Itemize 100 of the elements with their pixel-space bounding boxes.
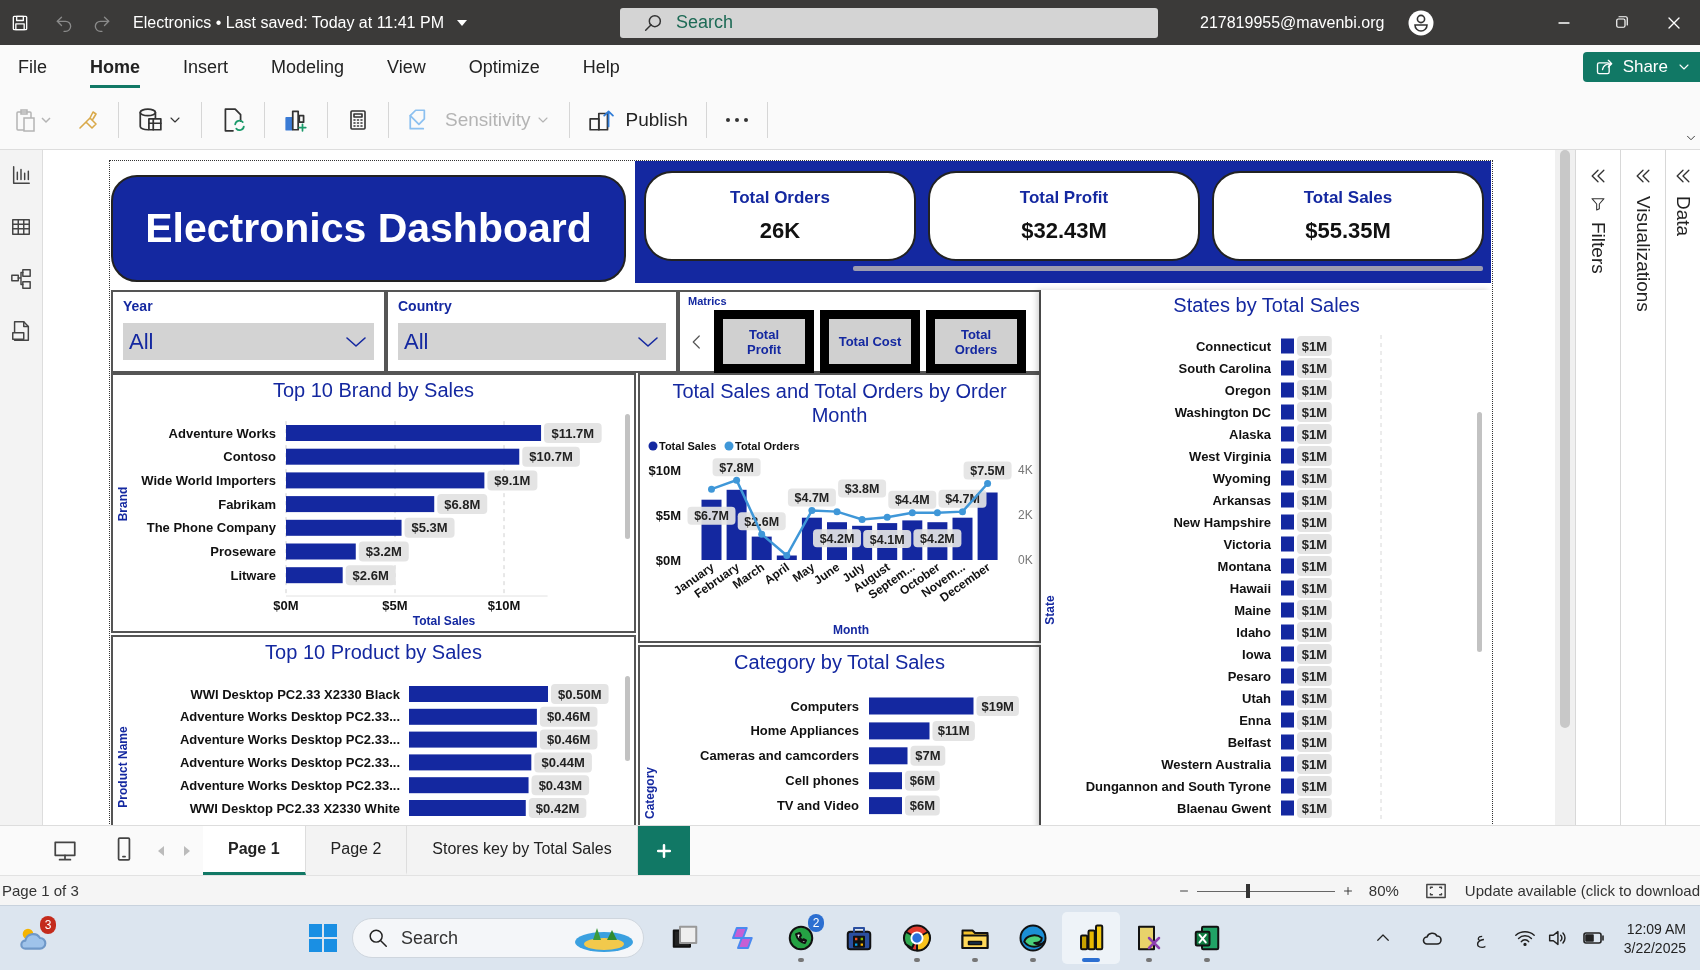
- spreadsheet-icon: [1192, 923, 1222, 953]
- data-label: $2.6M: [352, 567, 389, 583]
- menu-tab[interactable]: View: [387, 47, 426, 88]
- scrollbar[interactable]: [1477, 412, 1482, 652]
- scrollbar[interactable]: [853, 266, 1483, 271]
- category-label: West Virginia: [1189, 448, 1271, 464]
- data-label: $4.2M: [913, 529, 962, 548]
- slicer-label: Matrics: [688, 295, 728, 307]
- category-label: Contoso: [223, 449, 276, 465]
- category-label: Home Appliances: [750, 723, 859, 739]
- category-label: Dungannon and South Tyrone: [1085, 778, 1271, 794]
- taskbar-app[interactable]: [1062, 912, 1120, 964]
- bar: [1281, 426, 1294, 442]
- avatar-icon[interactable]: [1408, 9, 1435, 36]
- dropdown[interactable]: All: [123, 323, 374, 360]
- data-label: $19M: [976, 696, 1019, 716]
- scrollbar[interactable]: [625, 414, 630, 539]
- data-label: $1M: [1297, 490, 1332, 510]
- data-label: $6M: [905, 770, 940, 791]
- report-view-icon[interactable]: [10, 164, 32, 186]
- data-label: $1M: [1297, 556, 1332, 576]
- data-label: $1M: [1297, 380, 1332, 400]
- scrollbar[interactable]: [1560, 150, 1570, 728]
- pane-tab[interactable]: Visualizations: [1632, 196, 1654, 312]
- point: [758, 530, 766, 538]
- clock-date[interactable]: 3/22/2025: [1623, 939, 1686, 956]
- kpi-label: Total Orders: [730, 188, 830, 208]
- menu-tab[interactable]: Modeling: [271, 47, 345, 88]
- point: [708, 485, 715, 493]
- search-field[interactable]: Search: [620, 7, 1158, 38]
- category-label: Pesaro: [1227, 668, 1271, 684]
- bar: [1281, 690, 1294, 706]
- chart-title: States by Total Sales: [1173, 293, 1360, 317]
- bar: [869, 772, 902, 790]
- data-label: $10.7M: [522, 446, 580, 467]
- category-label: WWI Desktop PC2.33 X2330 White: [189, 800, 400, 816]
- data-label: $1M: [1297, 534, 1332, 554]
- data-label: $11.7M: [551, 425, 595, 441]
- table-view-icon[interactable]: [10, 216, 32, 238]
- metric-button[interactable]: Total Orders: [926, 310, 1026, 373]
- data-label: $1M: [1297, 688, 1332, 708]
- dax-query-icon[interactable]: [10, 320, 32, 342]
- filter-icon: [1590, 196, 1606, 212]
- bar: [1281, 492, 1294, 508]
- metric-button[interactable]: Total Profit: [714, 310, 814, 373]
- data-label: $0.46M: [539, 706, 598, 727]
- axis-tick-label: $10M: [648, 463, 681, 478]
- data-label: $4.2M: [813, 529, 861, 548]
- dashboard-title: Electronics Dashboard: [111, 175, 626, 282]
- more-icon[interactable]: [724, 116, 749, 123]
- data-label: $11M: [937, 723, 970, 739]
- axis-tick-label: 2K: [1018, 508, 1033, 522]
- pane-tab[interactable]: Filters: [1587, 222, 1609, 274]
- category-label: Alaska: [1229, 426, 1271, 442]
- category-label: Washington DC: [1174, 404, 1271, 420]
- menu-tab[interactable]: Optimize: [468, 47, 540, 88]
- share-button[interactable]: Share: [1582, 52, 1700, 82]
- database-icon[interactable]: [137, 106, 163, 133]
- bar: [869, 722, 930, 740]
- dropdown[interactable]: All: [398, 323, 666, 360]
- bar: [1281, 734, 1294, 750]
- caret-icon[interactable]: [455, 17, 468, 28]
- slider-thumb[interactable]: [1245, 883, 1250, 898]
- menu-tab[interactable]: Help: [582, 47, 620, 88]
- desktop-icon[interactable]: [52, 838, 78, 864]
- data-label: $3.2M: [365, 544, 402, 559]
- category-label: New Hampshire: [1173, 514, 1271, 530]
- menu-tab[interactable]: File: [18, 47, 47, 88]
- bar: [1281, 800, 1294, 816]
- page-tab[interactable]: Page 2: [305, 826, 408, 875]
- zoom-slider[interactable]: [1196, 883, 1335, 898]
- data-label: $1M: [1297, 798, 1332, 818]
- data-label: $6M: [905, 795, 940, 816]
- page-tab[interactable]: Stores key by Total Sales: [407, 826, 638, 875]
- publish-button[interactable]: Publish: [569, 101, 707, 138]
- category-label: Oregon: [1224, 382, 1271, 398]
- clock-time[interactable]: 12:09 AM: [1626, 920, 1686, 937]
- input-language[interactable]: ع: [1475, 928, 1486, 948]
- axis-title: Category: [643, 767, 657, 819]
- menu-tab[interactable]: Insert: [183, 47, 229, 88]
- bar: [286, 567, 343, 584]
- data-label: $9.1M: [487, 470, 538, 491]
- chart-title: Top 10 Product by Sales: [265, 640, 482, 664]
- update-notice[interactable]: Update available (click to download: [1464, 882, 1700, 899]
- account-email: 217819955@mavenbi.org: [1200, 13, 1385, 32]
- data-label: $6.8M: [444, 496, 481, 512]
- slicer-label: Year: [123, 298, 154, 314]
- model-view-icon[interactable]: [10, 268, 32, 290]
- start-icon[interactable]: [308, 923, 338, 953]
- search-field[interactable]: Search: [352, 918, 644, 958]
- metric-button[interactable]: Total Cost: [820, 310, 920, 373]
- category-label: Wyoming: [1212, 470, 1271, 486]
- data-label: $0.44M: [534, 752, 592, 773]
- scrollbar[interactable]: [625, 676, 630, 761]
- pane-tab[interactable]: Data: [1672, 196, 1694, 237]
- add-page-button[interactable]: [637, 826, 690, 875]
- menu-tab[interactable]: Home: [90, 47, 141, 88]
- page-tab[interactable]: Page 1: [203, 826, 306, 875]
- taskbar-app[interactable]: 2: [772, 912, 830, 964]
- bar: [1281, 712, 1294, 728]
